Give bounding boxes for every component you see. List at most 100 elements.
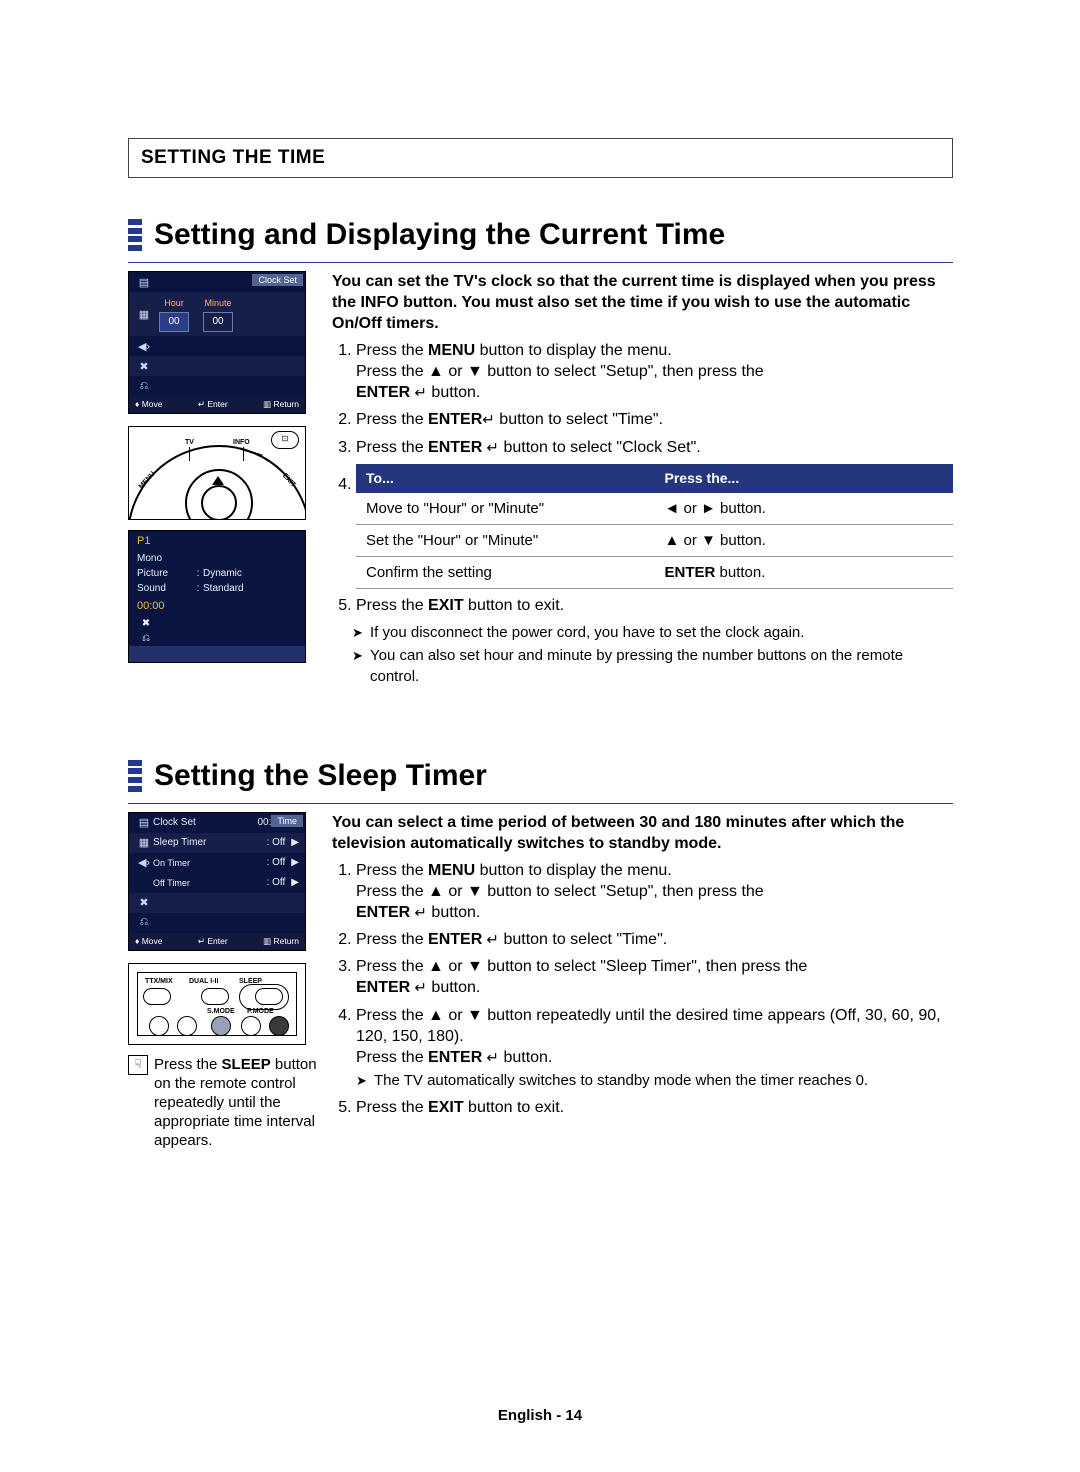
tv-label: TV [185, 439, 194, 446]
section-2-text: You can select a time period of between … [332, 812, 953, 1124]
enter-icon: ↵ [410, 980, 427, 997]
play-icon: ▶ [291, 837, 299, 848]
osd-clock-set: Clock Set ▤ ▦ Hour00 Minute00 ◀› ✖ ⎌ ♦ M… [128, 271, 306, 414]
td: Set the "Hour" or "Minute" [356, 524, 655, 556]
osd-hour-label: Hour [159, 298, 189, 308]
remote-button [177, 1016, 197, 1036]
step-5: Press the EXIT button to exit. [356, 595, 953, 616]
td: ENTER button. [655, 556, 954, 588]
remote-button [269, 1016, 289, 1036]
heading-bar-1: Setting and Displaying the Current Time [128, 218, 953, 252]
osd-channel: P1 [129, 531, 305, 551]
remote-top-button: ⊡ [271, 431, 299, 449]
remote-button-row: TTX/MIX DUAL I-II SLEEP S.MODE P.MODE [128, 963, 306, 1045]
heading-1: Setting and Displaying the Current Time [154, 218, 953, 252]
section-2-figures: Time ▤ Clock Set 00: 00 ▶ ▦ Sleep Timer … [128, 812, 320, 1150]
osd-row-label: Sleep Timer [153, 837, 267, 848]
ttx-label: TTX/MIX [145, 978, 173, 985]
enter-icon: ↵ [482, 439, 499, 456]
osd-info-panel: P1 Mono Picture:Dynamic Sound:Standard 0… [128, 530, 306, 663]
td: Confirm the setting [356, 556, 655, 588]
osd-icon: ✖ [137, 618, 155, 629]
td: ◄ or ► button. [655, 493, 954, 525]
osd-sound-val: Standard [203, 583, 297, 594]
step-4: Press the ▲ or ▼ button repeatedly until… [356, 1005, 953, 1091]
step-3: Press the ENTER ↵ button to select "Cloc… [356, 437, 953, 458]
page-footer: English - 14 [0, 1407, 1080, 1424]
section-1-columns: Clock Set ▤ ▦ Hour00 Minute00 ◀› ✖ ⎌ ♦ M… [128, 271, 953, 689]
note-1: If you disconnect the power cord, you ha… [352, 622, 953, 643]
osd-title-chip: Clock Set [252, 274, 303, 286]
osd-minute-label: Minute [203, 298, 233, 308]
step-5: Press the EXIT button to exit. [356, 1097, 953, 1118]
td: ▲ or ▼ button. [655, 524, 954, 556]
enter-icon: ↵ [410, 384, 427, 401]
section-header: SETTING THE TIME [141, 147, 940, 169]
return-icon: ▥ [263, 399, 273, 409]
osd-return-label: Return [273, 399, 299, 409]
section-2-columns: Time ▤ Clock Set 00: 00 ▶ ▦ Sleep Timer … [128, 812, 953, 1150]
remote-button [149, 1016, 169, 1036]
pmode-label: P.MODE [247, 1008, 274, 1015]
heading-ticks-icon [128, 218, 144, 252]
osd-hour-value: 00 [159, 312, 189, 332]
osd-icon: ▦ [135, 836, 153, 849]
osd-icon: ⎌ [135, 916, 153, 929]
enter-icon: ↵ [482, 931, 499, 948]
remote-button [143, 988, 171, 1005]
remote-tip-icon: ☟ [128, 1055, 148, 1075]
heading-rule [128, 803, 953, 804]
osd-sound-key: Sound [137, 583, 193, 594]
osd-icon: ▤ [135, 276, 153, 289]
osd-move-label: Move [142, 936, 163, 946]
step-3: Press the ▲ or ▼ button to select "Sleep… [356, 956, 953, 998]
th-to: To... [356, 464, 655, 493]
heading-ticks-icon [128, 759, 144, 793]
osd-icon: ✖ [135, 896, 153, 909]
td: Move to "Hour" or "Minute" [356, 493, 655, 525]
osd-time: 00:00 [129, 596, 305, 616]
osd-icon: ◀› [135, 340, 153, 353]
osd-icon: ⎌ [137, 633, 155, 644]
osd-icon: ✖ [135, 360, 153, 373]
remote-button [241, 1016, 261, 1036]
step-4: To...Press the... Move to "Hour" or "Min… [356, 464, 953, 589]
heading-rule [128, 262, 953, 263]
osd-enter-label: Enter [207, 936, 227, 946]
move-icon: ♦ [135, 936, 142, 946]
osd-return-label: Return [273, 936, 299, 946]
osd-footer: ♦ Move ↵ Enter ▥ Return [129, 396, 305, 413]
th-press: Press the... [655, 464, 954, 493]
enter-icon: ↵ [198, 936, 207, 946]
enter-icon: ↵ [198, 399, 207, 409]
osd-row-label: Clock Set [153, 817, 257, 828]
step-1: Press the MENU button to display the men… [356, 340, 953, 403]
osd-row-value: : Off [267, 837, 286, 848]
osd-icon: ▦ [135, 308, 153, 321]
footer-page-number: 14 [565, 1407, 582, 1424]
footer-lang: English - [498, 1407, 566, 1424]
smode-label: S.MODE [207, 1008, 235, 1015]
step-1: Press the MENU button to display the men… [356, 860, 953, 923]
osd-title-chip: Time [271, 815, 303, 827]
info-label: INFO [233, 439, 250, 446]
section-1-lead: You can set the TV's clock so that the c… [332, 271, 953, 334]
osd-row-value: : Off [267, 877, 286, 888]
section-2-lead: You can select a time period of between … [332, 812, 953, 854]
osd-time-menu: Time ▤ Clock Set 00: 00 ▶ ▦ Sleep Timer … [128, 812, 306, 951]
osd-footer: ♦ Move ↵ Enter ▥ Return [129, 933, 305, 950]
play-icon: ▶ [291, 877, 299, 888]
osd-row-label: Off Timer [153, 878, 267, 888]
move-icon: ♦ [135, 399, 142, 409]
section-2-steps: Press the MENU button to display the men… [332, 860, 953, 1118]
osd-icon: ▤ [135, 816, 153, 829]
remote-button [211, 1016, 231, 1036]
section-header-box: SETTING THE TIME [128, 138, 953, 178]
section-1-steps: Press the MENU button to display the men… [332, 340, 953, 616]
osd-move-label: Move [142, 399, 163, 409]
return-icon: ▥ [263, 936, 273, 946]
note-2: You can also set hour and minute by pres… [352, 645, 953, 687]
up-triangle-icon [212, 476, 224, 485]
osd-icon: ⎌ [135, 380, 153, 393]
enter-icon: ↵ [482, 1049, 499, 1066]
